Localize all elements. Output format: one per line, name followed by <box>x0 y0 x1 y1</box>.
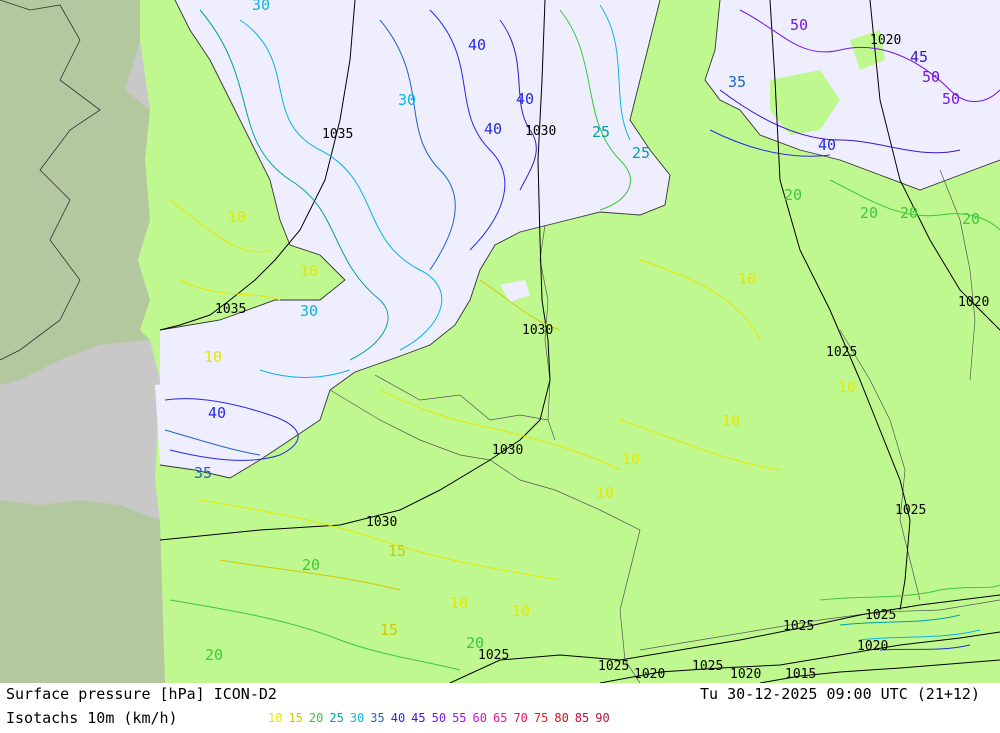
isobar-label: 1020 <box>634 667 665 682</box>
isotach-label: 30 <box>398 91 416 109</box>
isotach-label: 35 <box>194 464 212 482</box>
isotach-label: 40 <box>818 136 836 154</box>
isotach-label: 40 <box>208 404 226 422</box>
isotach-label: 30 <box>252 0 270 14</box>
isotach-label: 25 <box>632 144 650 162</box>
isotach-label: 25 <box>592 123 610 141</box>
isotach-label: 10 <box>450 594 468 612</box>
isobar-label: 1025 <box>865 608 896 623</box>
isotach-label: 20 <box>466 634 484 652</box>
isotach-scale-value: 50 <box>431 711 447 725</box>
isobar-label: 1015 <box>785 667 816 682</box>
isotach-label: 10 <box>622 450 640 468</box>
isotach-label: 50 <box>790 16 808 34</box>
isotach-scale-value: 35 <box>370 711 385 725</box>
map-subtitle: Isotachs 10m (km/h) <box>6 709 178 727</box>
valid-time: Tu 30-12-2025 09:00 UTC (21+12) <box>700 685 980 703</box>
isotach-label: 20 <box>900 204 918 222</box>
isotach-scale-value: 70 <box>513 711 528 725</box>
isotach-label: 15 <box>388 542 406 560</box>
isobar-label: 1030 <box>492 443 523 458</box>
isotach-scale-value: 90 <box>595 711 610 725</box>
isotach-scale-value: 45 <box>411 711 426 725</box>
isotach-label: 50 <box>922 68 940 86</box>
isotach-scale-value: 55 <box>452 711 467 725</box>
isobar-label: 1025 <box>598 659 629 674</box>
isotach-label: 20 <box>784 186 802 204</box>
isobar-label: 1030 <box>525 124 556 139</box>
isotach-scale-value: 80 <box>554 711 569 725</box>
isotach-label: 20 <box>962 210 980 228</box>
isotach-label: 35 <box>728 73 746 91</box>
isotach-label: 10 <box>300 262 318 280</box>
isotach-label: 40 <box>516 90 534 108</box>
isotach-label: 10 <box>738 270 756 288</box>
isobar-label: 1035 <box>322 127 353 142</box>
isotach-label: 40 <box>468 36 486 54</box>
isotach-label: 10 <box>838 378 856 396</box>
isotach-scale-value: 30 <box>349 711 365 725</box>
isotach-label: 10 <box>512 602 530 620</box>
isotach-label: 20 <box>302 556 320 574</box>
isobar-label: 1035 <box>215 302 246 317</box>
isobar-label: 1020 <box>870 33 901 48</box>
isobar-label: 1030 <box>522 323 553 338</box>
isotach-scale-value: 25 <box>329 711 344 725</box>
isobar-label: 1030 <box>366 515 397 530</box>
isotach-label: 20 <box>860 204 878 222</box>
isotach-label: 20 <box>205 646 223 664</box>
isobar-label: 1025 <box>783 619 814 634</box>
isotach-scale-value: 65 <box>492 711 508 725</box>
isotach-scale-value: 85 <box>574 711 590 725</box>
isotach-scale-value: 75 <box>533 711 549 725</box>
isobar-label: 1025 <box>692 659 723 674</box>
isotach-label: 10 <box>204 348 222 366</box>
isotach-label: 15 <box>380 621 398 639</box>
map-title: Surface pressure [hPa] ICON-D2 <box>6 685 277 703</box>
isotach-scale-value: 60 <box>472 711 487 725</box>
isobar-label: 1020 <box>958 295 989 310</box>
isotach-label: 10 <box>596 484 614 502</box>
isotach-scale-value: 20 <box>308 711 324 725</box>
isotach-label: 40 <box>484 120 502 138</box>
map-canvas: 1035 1035 1030 1030 1030 1030 1025 1025 … <box>0 0 1000 683</box>
isobar-label: 1020 <box>857 639 888 654</box>
isotach-label: 45 <box>910 48 928 66</box>
isotach-scale-value: 10 <box>268 711 283 725</box>
isotach-scale-value: 15 <box>288 711 303 725</box>
isotach-label: 10 <box>228 208 246 226</box>
isobar-label: 1025 <box>895 503 926 518</box>
map-legend: Surface pressure [hPa] ICON-D2 Tu 30-12-… <box>0 683 1000 733</box>
outside-domain-land-france <box>0 500 165 683</box>
isotach-color-scale: 10 15 20 25 30 35 40 45 50 55 60 65 70 75 80 85 90 <box>268 711 616 725</box>
isobar-label: 1020 <box>730 667 761 682</box>
isotach-label: 30 <box>300 302 318 320</box>
isotach-label: 50 <box>942 90 960 108</box>
outside-domain-land-britain <box>0 0 150 385</box>
isotach-scale-value: 40 <box>390 711 406 725</box>
weather-map: 1035 1035 1030 1030 1030 1030 1025 1025 … <box>0 0 1000 683</box>
isobar-label: 1025 <box>826 345 857 360</box>
isotach-label: 10 <box>722 412 740 430</box>
